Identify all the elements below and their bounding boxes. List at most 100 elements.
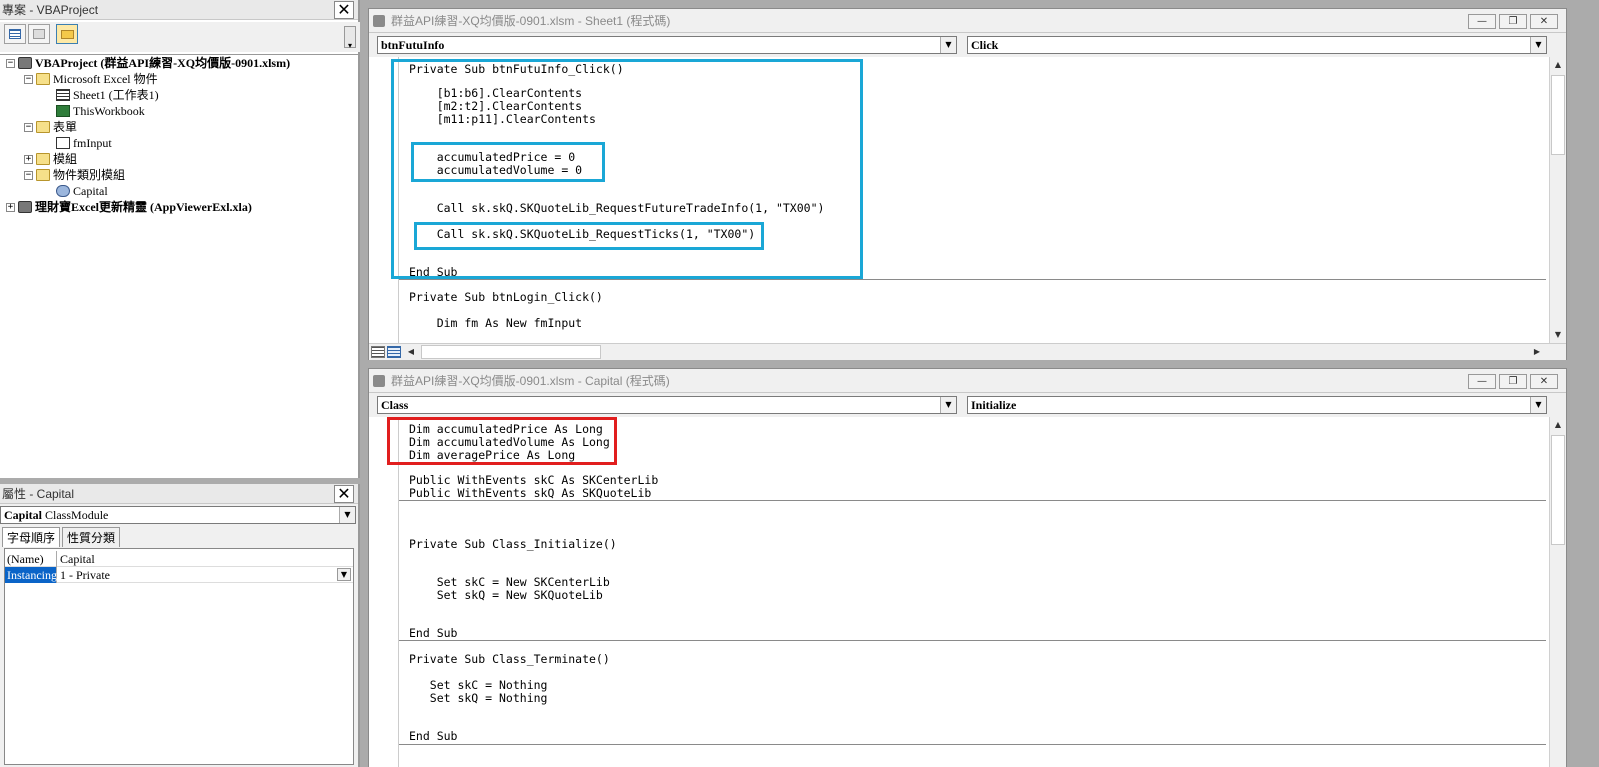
scroll-left-icon[interactable]: ◀ <box>403 344 419 360</box>
restore-button[interactable]: ❐ <box>1499 374 1527 389</box>
folder-icon <box>36 121 50 133</box>
project-tree: − VBAProject (群益API練習-XQ均價版-0901.xlsm) −… <box>0 54 358 474</box>
expand-toggle[interactable]: − <box>24 123 33 132</box>
scroll-thumb[interactable] <box>421 345 601 359</box>
tree-item-vbaproject[interactable]: VBAProject (群益API練習-XQ均價版-0901.xlsm) <box>18 55 290 71</box>
toggle-folders-button[interactable] <box>56 24 78 44</box>
project-explorer-title: 專案 - VBAProject <box>0 0 358 20</box>
procedure-combo[interactable]: Click ▼ <box>967 36 1547 54</box>
close-project-explorer-button[interactable]: ✕ <box>334 1 354 19</box>
close-button[interactable]: ✕ <box>1530 374 1558 389</box>
properties-title: 屬性 - Capital <box>0 484 358 504</box>
code-line[interactable]: Private Sub Class_Terminate() <box>409 653 610 666</box>
code-editor[interactable]: Dim accumulatedPrice As Long Dim accumul… <box>369 417 1566 767</box>
tree-item-forms[interactable]: 表單 <box>36 119 77 135</box>
close-properties-button[interactable]: ✕ <box>334 485 354 503</box>
chevron-down-icon: ▼ <box>339 507 355 523</box>
scroll-thumb[interactable] <box>1551 75 1565 155</box>
scroll-right-icon[interactable]: ▶ <box>1529 344 1545 360</box>
folder-icon <box>36 73 50 85</box>
tree-item-capital[interactable]: Capital <box>56 183 108 199</box>
project-toolbar: ▾ <box>0 22 360 52</box>
code-line[interactable]: Set skQ = New SKQuoteLib <box>409 589 603 602</box>
vba-window-icon <box>373 375 385 387</box>
project-explorer-panel: 專案 - VBAProject ✕ ▾ − VBAProject (群益API練… <box>0 0 360 478</box>
scroll-thumb[interactable] <box>1551 435 1565 545</box>
property-value[interactable]: 1 - Private <box>58 567 353 583</box>
expand-toggle[interactable]: − <box>24 171 33 180</box>
procedure-combo[interactable]: Initialize ▼ <box>967 396 1547 414</box>
worksheet-icon <box>56 89 70 101</box>
class-module-icon <box>56 185 70 197</box>
procedure-view-icon[interactable] <box>371 346 385 358</box>
highlight-box-request-ticks <box>414 222 764 250</box>
scroll-down-icon[interactable]: ▼ <box>1550 327 1566 343</box>
tree-item-appviewer[interactable]: 理財寶Excel更新精靈 (AppViewerExl.xla) <box>18 199 252 215</box>
project-toolbar-scroll[interactable]: ▾ <box>344 26 356 50</box>
highlight-box-reset <box>411 142 605 182</box>
expand-toggle[interactable]: − <box>6 59 15 68</box>
property-value[interactable]: Capital <box>58 551 353 567</box>
vba-project-icon <box>18 201 32 213</box>
vertical-scrollbar[interactable]: ▲ <box>1549 417 1566 767</box>
code-line[interactable]: End Sub <box>409 627 457 640</box>
procedure-separator <box>399 744 1546 745</box>
folder-icon <box>36 169 50 181</box>
properties-object-combo[interactable]: Capital ClassModule ▼ <box>0 506 356 524</box>
property-row[interactable]: (Name) Capital <box>5 551 353 567</box>
minimize-button[interactable]: — <box>1468 374 1496 389</box>
code-window-title: 群益API練習-XQ均價版-0901.xlsm - Capital (程式碼) <box>369 369 1566 393</box>
code-line[interactable]: End Sub <box>409 730 457 743</box>
object-combo[interactable]: Class ▼ <box>377 396 957 414</box>
tree-item-thisworkbook[interactable]: ThisWorkbook <box>56 103 145 119</box>
property-row[interactable]: Instancing 1 - Private ▼ <box>5 567 353 583</box>
workbook-icon <box>56 105 70 117</box>
full-module-view-icon[interactable] <box>387 346 401 358</box>
code-window-title: 群益API練習-XQ均價版-0901.xlsm - Sheet1 (程式碼) <box>369 9 1566 33</box>
vba-project-icon <box>18 57 32 69</box>
property-name: (Name) <box>5 551 57 567</box>
code-line[interactable]: Dim fm As New fmInput <box>409 317 582 330</box>
tree-item-excel-objects[interactable]: Microsoft Excel 物件 <box>36 71 158 87</box>
view-code-icon <box>9 29 21 39</box>
window-controls: — ❐ ✕ <box>1465 13 1558 29</box>
code-editor[interactable]: Private Sub btnFutuInfo_Click() [b1:b6].… <box>369 57 1566 343</box>
expand-toggle[interactable]: + <box>24 155 33 164</box>
close-button[interactable]: ✕ <box>1530 14 1558 29</box>
folder-icon <box>36 153 50 165</box>
code-line[interactable]: Public WithEvents skQ As SKQuoteLib <box>409 487 651 500</box>
properties-tabs: 字母順序 性質分類 <box>0 527 358 547</box>
procedure-separator <box>399 640 1546 641</box>
code-line[interactable]: Private Sub Class_Initialize() <box>409 538 617 551</box>
highlight-box-variables <box>387 417 617 465</box>
folder-icon <box>61 30 74 39</box>
view-object-button[interactable] <box>28 24 50 44</box>
chevron-down-icon[interactable]: ▼ <box>337 568 351 581</box>
chevron-down-icon: ▼ <box>1530 397 1546 413</box>
chevron-down-icon: ▼ <box>1530 37 1546 53</box>
property-name: Instancing <box>5 567 57 583</box>
properties-panel: 屬性 - Capital ✕ Capital ClassModule ▼ 字母順… <box>0 484 360 767</box>
expand-toggle[interactable]: + <box>6 203 15 212</box>
procedure-separator <box>399 279 1546 280</box>
restore-button[interactable]: ❐ <box>1499 14 1527 29</box>
tree-item-modules[interactable]: 模組 <box>36 151 77 167</box>
code-line[interactable]: Set skQ = Nothing <box>409 692 548 705</box>
code-line[interactable]: Private Sub btnLogin_Click() <box>409 291 603 304</box>
tree-item-fminput[interactable]: fmInput <box>56 135 112 151</box>
scroll-up-icon[interactable]: ▲ <box>1550 57 1566 73</box>
properties-grid: (Name) Capital Instancing 1 - Private ▼ <box>4 548 354 765</box>
vertical-scrollbar[interactable]: ▲ ▼ <box>1549 57 1566 343</box>
tree-item-class-modules[interactable]: 物件類別模組 <box>36 167 125 183</box>
expand-toggle[interactable]: − <box>24 75 33 84</box>
view-code-button[interactable] <box>4 24 26 44</box>
tree-item-sheet1[interactable]: Sheet1 (工作表1) <box>56 87 159 103</box>
window-controls: — ❐ ✕ <box>1465 373 1558 389</box>
object-combo[interactable]: btnFutuInfo ▼ <box>377 36 957 54</box>
margin-indicator-bar[interactable] <box>369 417 399 767</box>
scroll-up-icon[interactable]: ▲ <box>1550 417 1566 433</box>
horizontal-scrollbar[interactable]: ◀ ▶ <box>369 343 1566 360</box>
tab-categorized[interactable]: 性質分類 <box>62 527 121 547</box>
tab-alphabetic[interactable]: 字母順序 <box>2 527 61 547</box>
minimize-button[interactable]: — <box>1468 14 1496 29</box>
